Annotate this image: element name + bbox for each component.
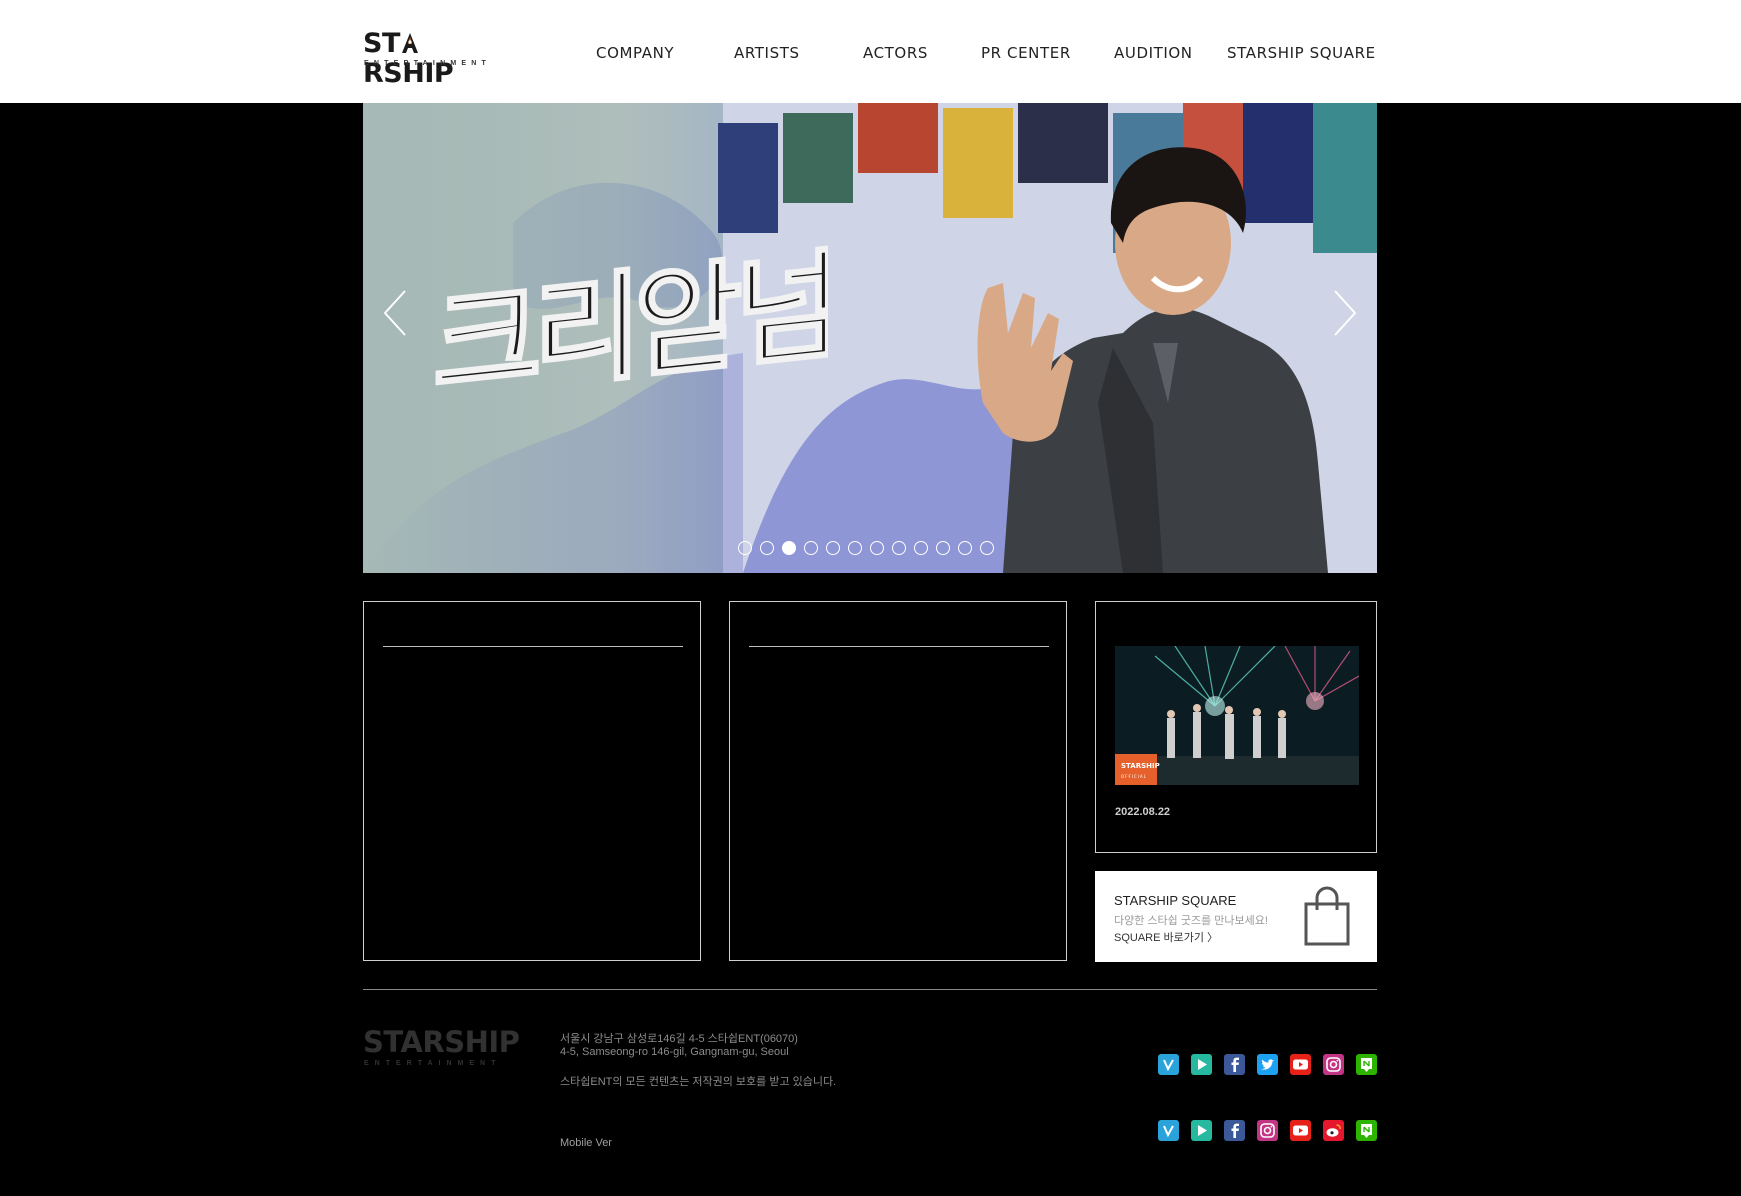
facebook-icon[interactable]: [1224, 1120, 1245, 1141]
notice-panel: [363, 601, 701, 961]
panel-divider: [749, 646, 1049, 647]
nav-company[interactable]: COMPANY: [596, 44, 674, 62]
svg-text:크리앋넘버원: 크리앋넘버원: [433, 215, 828, 416]
footer-divider: [363, 989, 1377, 990]
slider-dot[interactable]: [870, 541, 884, 555]
nav-starship-square[interactable]: STARSHIP SQUARE: [1227, 44, 1376, 62]
nav-audition[interactable]: AUDITION: [1114, 44, 1193, 62]
slider-dot[interactable]: [980, 541, 994, 555]
play-icon[interactable]: [1191, 1120, 1212, 1141]
youtube-icon[interactable]: [1290, 1120, 1311, 1141]
square-description: 다양한 스타쉽 굿즈를 만나보세요!: [1114, 915, 1268, 927]
slider-dot[interactable]: [804, 541, 818, 555]
video-panel: STARSHIP OFFICIAL 2022.08.22: [1095, 601, 1377, 853]
naver-post-icon[interactable]: [1356, 1120, 1377, 1141]
square-link[interactable]: SQUARE 바로가기 〉: [1114, 929, 1218, 945]
starship-square-banner[interactable]: STARSHIP SQUARE 다양한 스타쉽 굿즈를 만나보세요! SQUAR…: [1095, 871, 1377, 962]
social-icons-row-1: [1158, 1054, 1377, 1075]
slider-dot[interactable]: [936, 541, 950, 555]
video-date: 2022.08.22: [1115, 806, 1171, 818]
play-icon[interactable]: [1191, 1054, 1212, 1075]
square-title: STARSHIP SQUARE: [1114, 893, 1237, 908]
facebook-icon[interactable]: [1224, 1054, 1245, 1075]
chevron-left-icon: [383, 290, 406, 336]
slider-pagination: [738, 541, 994, 555]
starship-logo[interactable]: STRSHIP ENTERTAINMENT: [363, 29, 486, 89]
vlive-icon[interactable]: [1158, 1120, 1179, 1141]
footer-address-en: 4-5, Samseong-ro 146-gil, Gangnam-gu, Se…: [560, 1046, 789, 1058]
panel-divider: [383, 646, 683, 647]
shopping-bag-icon: [1304, 886, 1350, 946]
slider-dot[interactable]: [760, 541, 774, 555]
instagram-icon[interactable]: [1257, 1120, 1278, 1141]
youtube-icon[interactable]: [1290, 1054, 1311, 1075]
svg-text:STARSHIP: STARSHIP: [1121, 762, 1160, 770]
footer-address-ko: 서울시 강남구 삼성로146길 4-5 스타쉽ENT(06070): [560, 1033, 798, 1045]
video-thumbnail[interactable]: STARSHIP OFFICIAL: [1115, 646, 1359, 785]
instagram-icon[interactable]: [1323, 1054, 1344, 1075]
naver-post-icon[interactable]: [1356, 1054, 1377, 1075]
nav-artists[interactable]: ARTISTS: [734, 44, 800, 62]
site-header: STRSHIP ENTERTAINMENT COMPANY ARTISTS AC…: [0, 0, 1741, 103]
vlive-icon[interactable]: [1158, 1054, 1179, 1075]
nav-actors[interactable]: ACTORS: [863, 44, 928, 62]
slider-prev-button[interactable]: [381, 289, 411, 337]
slider-dot[interactable]: [892, 541, 906, 555]
hero-slider: 크리앋넘버원: [363, 103, 1377, 573]
rocket-a-icon: [401, 33, 418, 53]
video-thumbnail-image: STARSHIP OFFICIAL: [1115, 646, 1359, 785]
nav-pr-center[interactable]: PR CENTER: [981, 44, 1071, 62]
social-icons-row-2: [1158, 1120, 1377, 1141]
slider-dot[interactable]: [848, 541, 862, 555]
slider-dot[interactable]: [826, 541, 840, 555]
slider-dot[interactable]: [782, 541, 796, 555]
svg-text:OFFICIAL: OFFICIAL: [1121, 774, 1147, 779]
footer-copyright: 스타쉽ENT의 모든 컨텐츠는 저작권의 보호를 받고 있습니다.: [560, 1076, 837, 1088]
slider-dot[interactable]: [738, 541, 752, 555]
slider-dot[interactable]: [958, 541, 972, 555]
weibo-icon[interactable]: [1323, 1120, 1344, 1141]
slider-next-button[interactable]: [1329, 289, 1359, 337]
footer-logo: STARSHIP ENTERTAINMENT: [363, 1025, 520, 1067]
news-panel: [729, 601, 1067, 961]
twitter-icon[interactable]: [1257, 1054, 1278, 1075]
chevron-right-icon: [1334, 290, 1357, 336]
page: STRSHIP ENTERTAINMENT COMPANY ARTISTS AC…: [0, 0, 1741, 1196]
footer-address: 서울시 강남구 삼성로146길 4-5 스타쉽ENT(06070) 4-5, S…: [560, 1033, 798, 1059]
mobile-version-link[interactable]: Mobile Ver: [560, 1137, 612, 1149]
hero-caption-title: 크리앋넘버원: [433, 213, 828, 417]
slider-dot[interactable]: [914, 541, 928, 555]
